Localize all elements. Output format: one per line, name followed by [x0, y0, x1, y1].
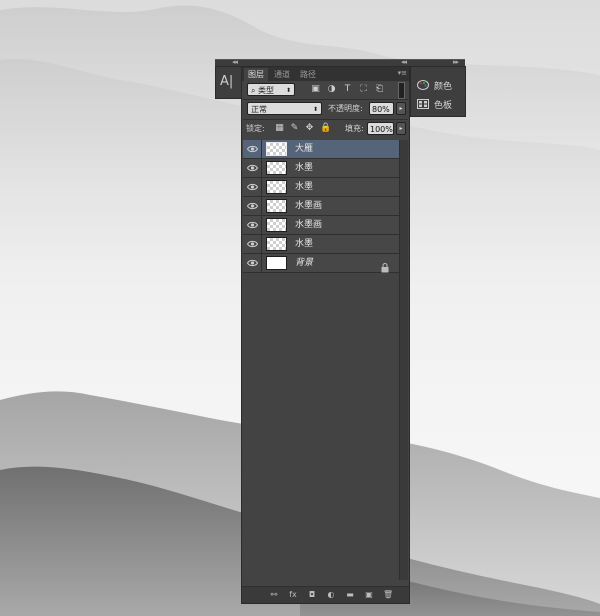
fx-icon[interactable]: fx	[288, 589, 298, 600]
visibility-eye-icon[interactable]	[243, 197, 262, 215]
fill-label: 填充:	[345, 124, 364, 133]
layer-name[interactable]: 大雁	[295, 140, 313, 158]
swatches-label: 色板	[434, 100, 453, 111]
visibility-eye-icon[interactable]	[243, 235, 262, 253]
layer-thumbnail[interactable]	[266, 161, 287, 175]
panel-tabs: 图层 通道 路径 ▾≡	[242, 67, 409, 81]
blend-mode-value: 正常	[251, 105, 267, 114]
filter-kind-select[interactable]: ⌕ 类型 ⬍	[247, 83, 295, 96]
visibility-eye-icon[interactable]	[243, 216, 262, 234]
adjustment-filter-icon[interactable]: ◑	[327, 83, 336, 95]
link-layers-icon[interactable]: ⚯	[269, 589, 279, 600]
tab-layers[interactable]: 图层	[244, 68, 268, 81]
character-tool-icon[interactable]: A|	[220, 74, 236, 90]
tab-channels[interactable]: 通道	[270, 68, 294, 81]
search-icon: ⌕	[251, 86, 256, 95]
blend-mode-select[interactable]: 正常 ⬍	[247, 102, 322, 115]
lock-all-icon[interactable]: 🔒	[320, 122, 331, 135]
divider	[243, 99, 408, 100]
layers-panel: 图层 通道 路径 ▾≡ ⌕ 类型 ⬍ ▣ ◑ T ⛶ ⎗ 正常 ⬍ 不透明度: …	[241, 66, 410, 604]
pixel-filter-icon[interactable]: ▣	[311, 83, 320, 95]
layer-thumbnail[interactable]	[266, 218, 287, 232]
layer-thumbnail[interactable]	[266, 199, 287, 213]
layer-list-scrollbar[interactable]	[399, 140, 408, 580]
collapse-right-icon[interactable]: ◂◂	[401, 58, 407, 66]
swatches-panel-button[interactable]: 色板	[417, 96, 452, 112]
fill-field[interactable]: 100%	[367, 122, 394, 135]
visibility-eye-icon[interactable]	[243, 140, 262, 158]
fill-dropdown-button[interactable]: ▸	[396, 122, 406, 135]
layer-thumbnail[interactable]	[266, 237, 287, 251]
layer-name[interactable]: 水墨	[295, 235, 313, 253]
layer-name[interactable]: 水墨画	[295, 197, 322, 215]
delete-layer-icon[interactable]: 🗑	[383, 589, 393, 600]
lock-position-icon[interactable]: ✥	[305, 122, 314, 135]
collapse-left-icon[interactable]: ◂◂	[232, 58, 238, 66]
visibility-eye-icon[interactable]	[243, 159, 262, 177]
opacity-field[interactable]: 80%	[369, 102, 394, 115]
layer-row[interactable]: 水墨	[243, 159, 399, 178]
color-palette-icon	[417, 80, 429, 90]
layer-row[interactable]: 水墨画	[243, 216, 399, 235]
visibility-eye-icon[interactable]	[243, 178, 262, 196]
tab-paths[interactable]: 路径	[296, 68, 320, 81]
color-label: 颜色	[434, 81, 453, 92]
lock-row: 锁定: ▦ ✎ ✥ 🔒 填充: 100% ▸	[246, 122, 406, 136]
footer-icons: ⚯ fx ◘ ◐ ▬ ▣ 🗑	[269, 589, 394, 600]
visibility-eye-icon[interactable]	[243, 254, 262, 272]
smart-object-filter-icon[interactable]: ⎗	[375, 83, 384, 95]
color-panel-button[interactable]: 颜色	[417, 77, 452, 93]
layer-lock-icon	[381, 258, 389, 277]
panel-menu-icon[interactable]: ▾≡	[398, 69, 407, 77]
layer-row[interactable]: 水墨画	[243, 197, 399, 216]
layer-row[interactable]: 背景	[243, 254, 399, 273]
chevron-updown-icon: ⬍	[312, 106, 318, 113]
color-swatches-panel: 颜色 色板	[410, 66, 466, 117]
layer-name[interactable]: 水墨	[295, 159, 313, 177]
swatches-icon	[417, 99, 429, 109]
layer-thumbnail[interactable]	[266, 180, 287, 194]
opacity-label: 不透明度:	[328, 104, 363, 113]
lock-label: 锁定:	[246, 124, 265, 133]
lock-icons: ▦ ✎ ✥ 🔒	[275, 122, 331, 135]
type-filter-icon[interactable]: T	[343, 83, 352, 95]
layer-row[interactable]: 大雁	[243, 140, 399, 159]
layers-footer: ⚯ fx ◘ ◐ ▬ ▣ 🗑	[242, 586, 409, 603]
layer-list: 大雁 水墨 水墨 水墨画 水墨画 水墨 背景	[243, 140, 399, 273]
layer-name[interactable]: 背景	[295, 254, 313, 272]
layer-row[interactable]: 水墨	[243, 235, 399, 254]
expand-right-icon[interactable]: ▸▸	[453, 58, 459, 66]
lock-transparent-icon[interactable]: ▦	[275, 122, 284, 135]
filter-kind-value: 类型	[258, 86, 275, 95]
layer-thumbnail[interactable]	[266, 256, 287, 270]
layer-thumbnail[interactable]	[266, 142, 287, 156]
divider	[243, 119, 408, 120]
layer-name[interactable]: 水墨	[295, 178, 313, 196]
shape-filter-icon[interactable]: ⛶	[359, 83, 368, 95]
add-mask-icon[interactable]: ◘	[307, 589, 317, 600]
lock-paint-icon[interactable]: ✎	[290, 122, 299, 135]
opacity-dropdown-button[interactable]: ▸	[396, 102, 406, 115]
chevron-updown-icon: ⬍	[285, 87, 291, 94]
filter-icons: ▣ ◑ T ⛶ ⎗	[311, 83, 384, 95]
layer-row[interactable]: 水墨	[243, 178, 399, 197]
new-group-icon[interactable]: ▬	[345, 589, 355, 600]
layer-name[interactable]: 水墨画	[295, 216, 322, 234]
blend-row: 正常 ⬍ 不透明度: 80% ▸	[247, 102, 406, 116]
filter-toggle-switch[interactable]	[398, 82, 405, 99]
adjustment-layer-icon[interactable]: ◐	[326, 589, 336, 600]
collapsed-character-panel: A|	[215, 66, 243, 99]
new-layer-icon[interactable]: ▣	[364, 589, 374, 600]
